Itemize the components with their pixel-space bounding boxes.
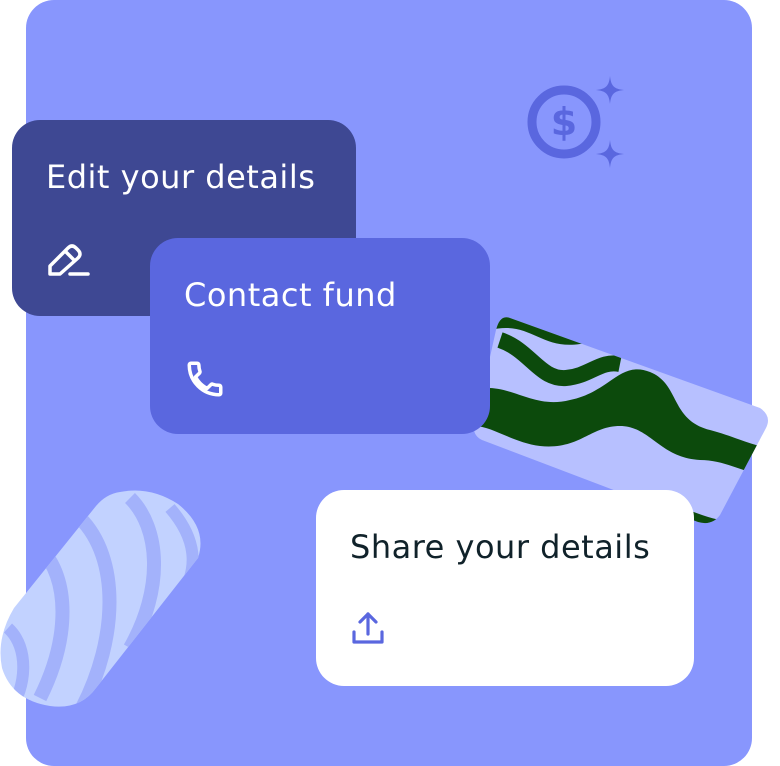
upload-icon xyxy=(352,612,384,644)
contact-fund-label: Contact fund xyxy=(184,276,397,314)
stripe-pattern xyxy=(0,490,201,707)
dollar-sparkle-icon: $ xyxy=(527,76,624,168)
contact-fund-card[interactable]: Contact fund xyxy=(150,238,490,434)
phone-icon xyxy=(187,361,223,397)
share-details-label: Share your details xyxy=(350,528,651,566)
svg-text:$: $ xyxy=(551,100,577,144)
pencil-icon xyxy=(48,244,90,276)
share-details-card[interactable]: Share your details xyxy=(316,490,694,686)
edit-details-label: Edit your details xyxy=(46,158,316,196)
